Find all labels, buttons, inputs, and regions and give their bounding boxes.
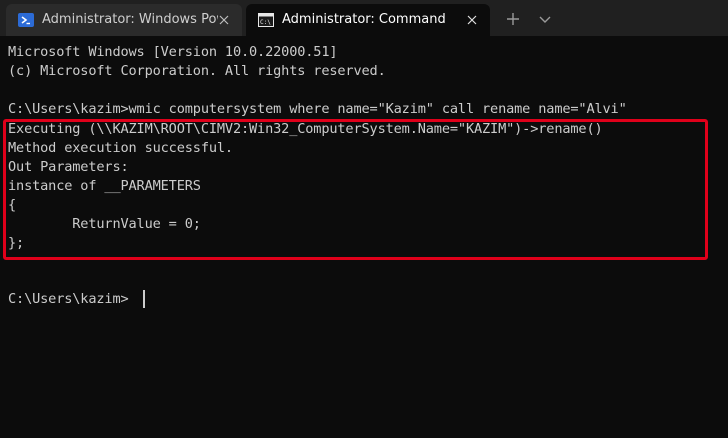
command-prompt-line: C:\Users\kazim>: [8, 291, 129, 307]
tab-label: Administrator: Windows PowerShell: [42, 12, 218, 27]
terminal-line: Microsoft Windows [Version 10.0.22000.51…: [8, 44, 338, 60]
powershell-icon: [18, 13, 34, 27]
close-icon[interactable]: [216, 12, 232, 28]
tab-strip: Administrator: Windows PowerShell C:\ Ad…: [0, 0, 728, 36]
tab-label: Administrator: Command Prompt: [282, 12, 450, 27]
svg-text:C:\: C:\: [260, 19, 271, 26]
text-cursor: [143, 290, 145, 308]
terminal-window: Administrator: Windows PowerShell C:\ Ad…: [0, 0, 728, 438]
terminal-output[interactable]: Microsoft Windows [Version 10.0.22000.51…: [0, 36, 728, 438]
plus-icon[interactable]: [500, 7, 526, 31]
cmd-icon: C:\: [258, 13, 274, 27]
tab-powershell[interactable]: Administrator: Windows PowerShell: [6, 4, 242, 36]
terminal-line: (c) Microsoft Corporation. All rights re…: [8, 63, 386, 79]
tab-command-prompt[interactable]: C:\ Administrator: Command Prompt: [246, 4, 490, 36]
close-icon[interactable]: [464, 12, 480, 28]
chevron-down-icon[interactable]: [532, 7, 558, 31]
highlight-box: [3, 119, 708, 260]
terminal-line: C:\Users\kazim>wmic computersystem where…: [8, 101, 627, 117]
